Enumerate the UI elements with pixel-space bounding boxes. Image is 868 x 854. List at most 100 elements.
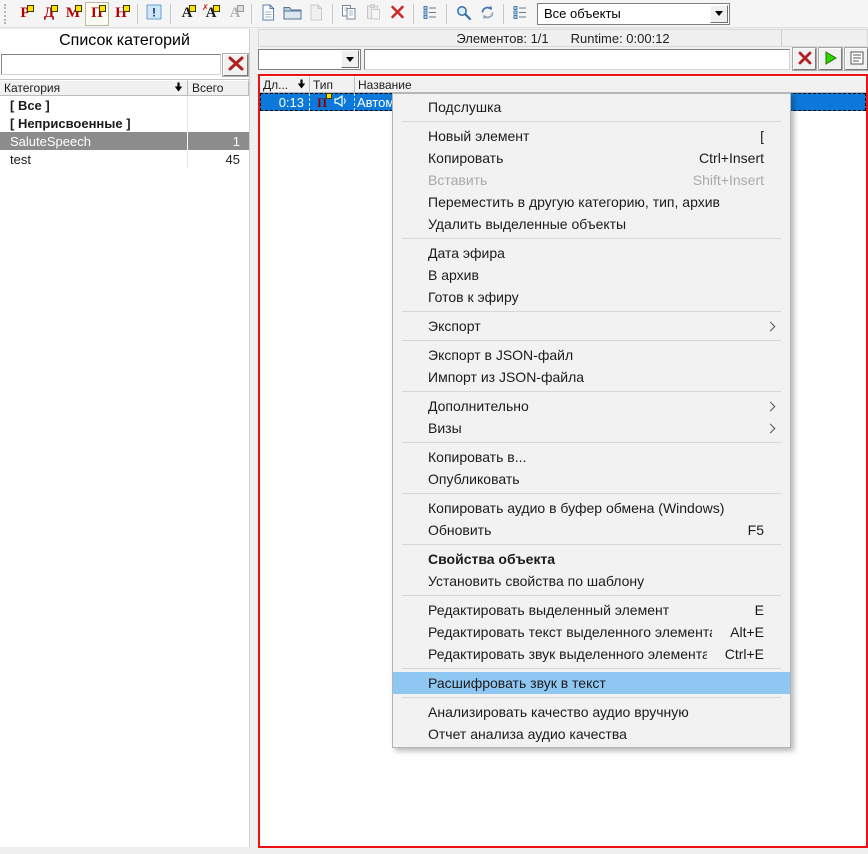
combo-selected-value: Все объекты xyxy=(538,6,710,21)
menu-item[interactable]: Копировать аудио в буфер обмена (Windows… xyxy=(393,497,790,519)
yellow-badge-icon xyxy=(99,5,106,12)
yellow-badge-icon xyxy=(213,5,220,12)
chevron-down-icon[interactable] xyxy=(710,5,728,23)
elements-column-header[interactable]: Дл... xyxy=(260,76,310,93)
menu-item-label: Анализировать качество аудио вручную xyxy=(428,704,778,720)
menu-item-label: В архив xyxy=(428,267,778,283)
menu-item[interactable]: ОбновитьF5 xyxy=(393,519,790,541)
copy-button[interactable] xyxy=(337,2,361,26)
elements-controls-row xyxy=(258,47,868,72)
menu-item[interactable]: Расшифровать звук в текст xyxy=(393,672,790,694)
menu-item[interactable]: Анализировать качество аудио вручную xyxy=(393,701,790,723)
page-grey-icon xyxy=(308,4,324,24)
play-button[interactable] xyxy=(819,48,842,70)
text-view-button[interactable] xyxy=(845,48,868,70)
menu-item[interactable]: Отчет анализа аудио качества xyxy=(393,723,790,745)
yellow-badge-icon xyxy=(51,5,58,12)
menu-item[interactable]: Импорт из JSON-файла xyxy=(393,366,790,388)
column-label: Категория xyxy=(4,81,172,95)
element-search-input[interactable] xyxy=(364,49,790,70)
menu-item[interactable]: Готов к эфиру xyxy=(393,286,790,308)
category-table-header: Категория Всего xyxy=(0,79,249,96)
document-button[interactable] xyxy=(304,2,328,26)
red-x-icon xyxy=(390,5,405,22)
toolbar-separator xyxy=(413,4,414,24)
menu-item-label: Свойства объекта xyxy=(428,551,778,567)
menu-item-label: Переместить в другую категорию, тип, арх… xyxy=(428,194,778,210)
search-button[interactable] xyxy=(451,2,475,26)
edit-object-button[interactable]: А✗ xyxy=(199,2,223,26)
category-panel: Список категорий Категория Всего [ Все ][… xyxy=(0,29,250,847)
menu-item-label: Дата эфира xyxy=(428,245,778,261)
menu-item[interactable]: В архив xyxy=(393,264,790,286)
elements-column-header[interactable]: Тип xyxy=(310,76,355,93)
category-column-header[interactable]: Всего xyxy=(188,80,249,96)
menu-item[interactable]: Удалить выделенные объекты xyxy=(393,213,790,235)
menu-item[interactable]: Дополнительно xyxy=(393,395,790,417)
menu-item[interactable]: Установить свойства по шаблону xyxy=(393,570,790,592)
category-panel-title: Список категорий xyxy=(0,29,249,53)
category-row[interactable]: test45 xyxy=(0,150,249,168)
menu-item[interactable]: Экспорт xyxy=(393,315,790,337)
menu-item[interactable]: Новый элемент[ xyxy=(393,125,790,147)
object-filter-combo[interactable]: Все объекты xyxy=(537,3,730,25)
chevron-down-icon[interactable] xyxy=(341,50,359,68)
clear-element-filter-button[interactable] xyxy=(793,48,816,70)
toolbar-grip[interactable] xyxy=(4,4,9,24)
speaker-icon xyxy=(334,95,347,110)
category-name: SaluteSpeech xyxy=(0,132,188,150)
elements-column-header[interactable]: Название xyxy=(355,76,866,93)
details-view-button-2[interactable] xyxy=(508,2,532,26)
category-n-button[interactable]: Н xyxy=(109,2,133,26)
submenu-arrow-icon xyxy=(766,423,776,433)
toolbar-separator xyxy=(251,4,252,24)
delete-button[interactable] xyxy=(385,2,409,26)
menu-item[interactable]: Экспорт в JSON-файл xyxy=(393,344,790,366)
details-view-button[interactable] xyxy=(418,2,442,26)
info-button[interactable]: ! xyxy=(142,2,166,26)
category-search-row xyxy=(0,53,249,76)
category-table-body: [ Все ][ Неприсвоенные ]SaluteSpeech1tes… xyxy=(0,96,249,168)
object-disabled-button[interactable]: А xyxy=(223,2,247,26)
open-folder-button[interactable] xyxy=(280,2,304,26)
clear-category-filter-button[interactable] xyxy=(223,54,248,76)
toolbar-separator xyxy=(170,4,171,24)
p-badge-icon: П xyxy=(317,96,332,109)
menu-item[interactable]: Опубликовать xyxy=(393,468,790,490)
menu-item[interactable]: Подслушка xyxy=(393,96,790,118)
refresh-button[interactable] xyxy=(475,2,499,26)
add-object-button[interactable]: А xyxy=(175,2,199,26)
menu-item[interactable]: Редактировать текст выделенного элемента… xyxy=(393,621,790,643)
category-column-header[interactable]: Категория xyxy=(0,80,188,96)
menu-item[interactable]: Визы xyxy=(393,417,790,439)
menu-item-label: Экспорт в JSON-файл xyxy=(428,347,778,363)
element-filter-combo[interactable] xyxy=(258,49,361,70)
menu-item-shortcut: Alt+E xyxy=(730,624,778,640)
category-r-button[interactable]: Р xyxy=(13,2,37,26)
category-m-button[interactable]: М xyxy=(61,2,85,26)
menu-item[interactable]: Дата эфира xyxy=(393,242,790,264)
menu-item-label: Экспорт xyxy=(428,318,767,334)
category-p-button[interactable]: П xyxy=(85,2,109,26)
elements-status-bar: Элементов: 1/1 Runtime: 0:00:12 xyxy=(258,29,868,47)
menu-item[interactable]: Редактировать звук выделенного элементаC… xyxy=(393,643,790,665)
menu-item-label: Новый элемент xyxy=(428,128,742,144)
category-row[interactable]: [ Все ] xyxy=(0,96,249,114)
menu-item-shortcut: Ctrl+E xyxy=(725,646,778,662)
category-row[interactable]: SaluteSpeech1 xyxy=(0,132,249,150)
menu-item-shortcut: E xyxy=(755,602,778,618)
menu-item[interactable]: КопироватьCtrl+Insert xyxy=(393,147,790,169)
menu-item[interactable]: Свойства объекта xyxy=(393,548,790,570)
menu-item-label: Расшифровать звук в текст xyxy=(428,675,778,691)
text-lines-icon xyxy=(850,51,864,68)
category-search-input[interactable] xyxy=(1,54,221,75)
paste-button[interactable] xyxy=(361,2,385,26)
category-name: [ Неприсвоенные ] xyxy=(0,114,188,132)
category-row[interactable]: [ Неприсвоенные ] xyxy=(0,114,249,132)
menu-item[interactable]: Переместить в другую категорию, тип, арх… xyxy=(393,191,790,213)
category-d-button[interactable]: Д xyxy=(37,2,61,26)
column-label: Дл... xyxy=(263,78,295,92)
new-document-button[interactable] xyxy=(256,2,280,26)
menu-item[interactable]: Редактировать выделенный элементE xyxy=(393,599,790,621)
menu-item[interactable]: Копировать в... xyxy=(393,446,790,468)
